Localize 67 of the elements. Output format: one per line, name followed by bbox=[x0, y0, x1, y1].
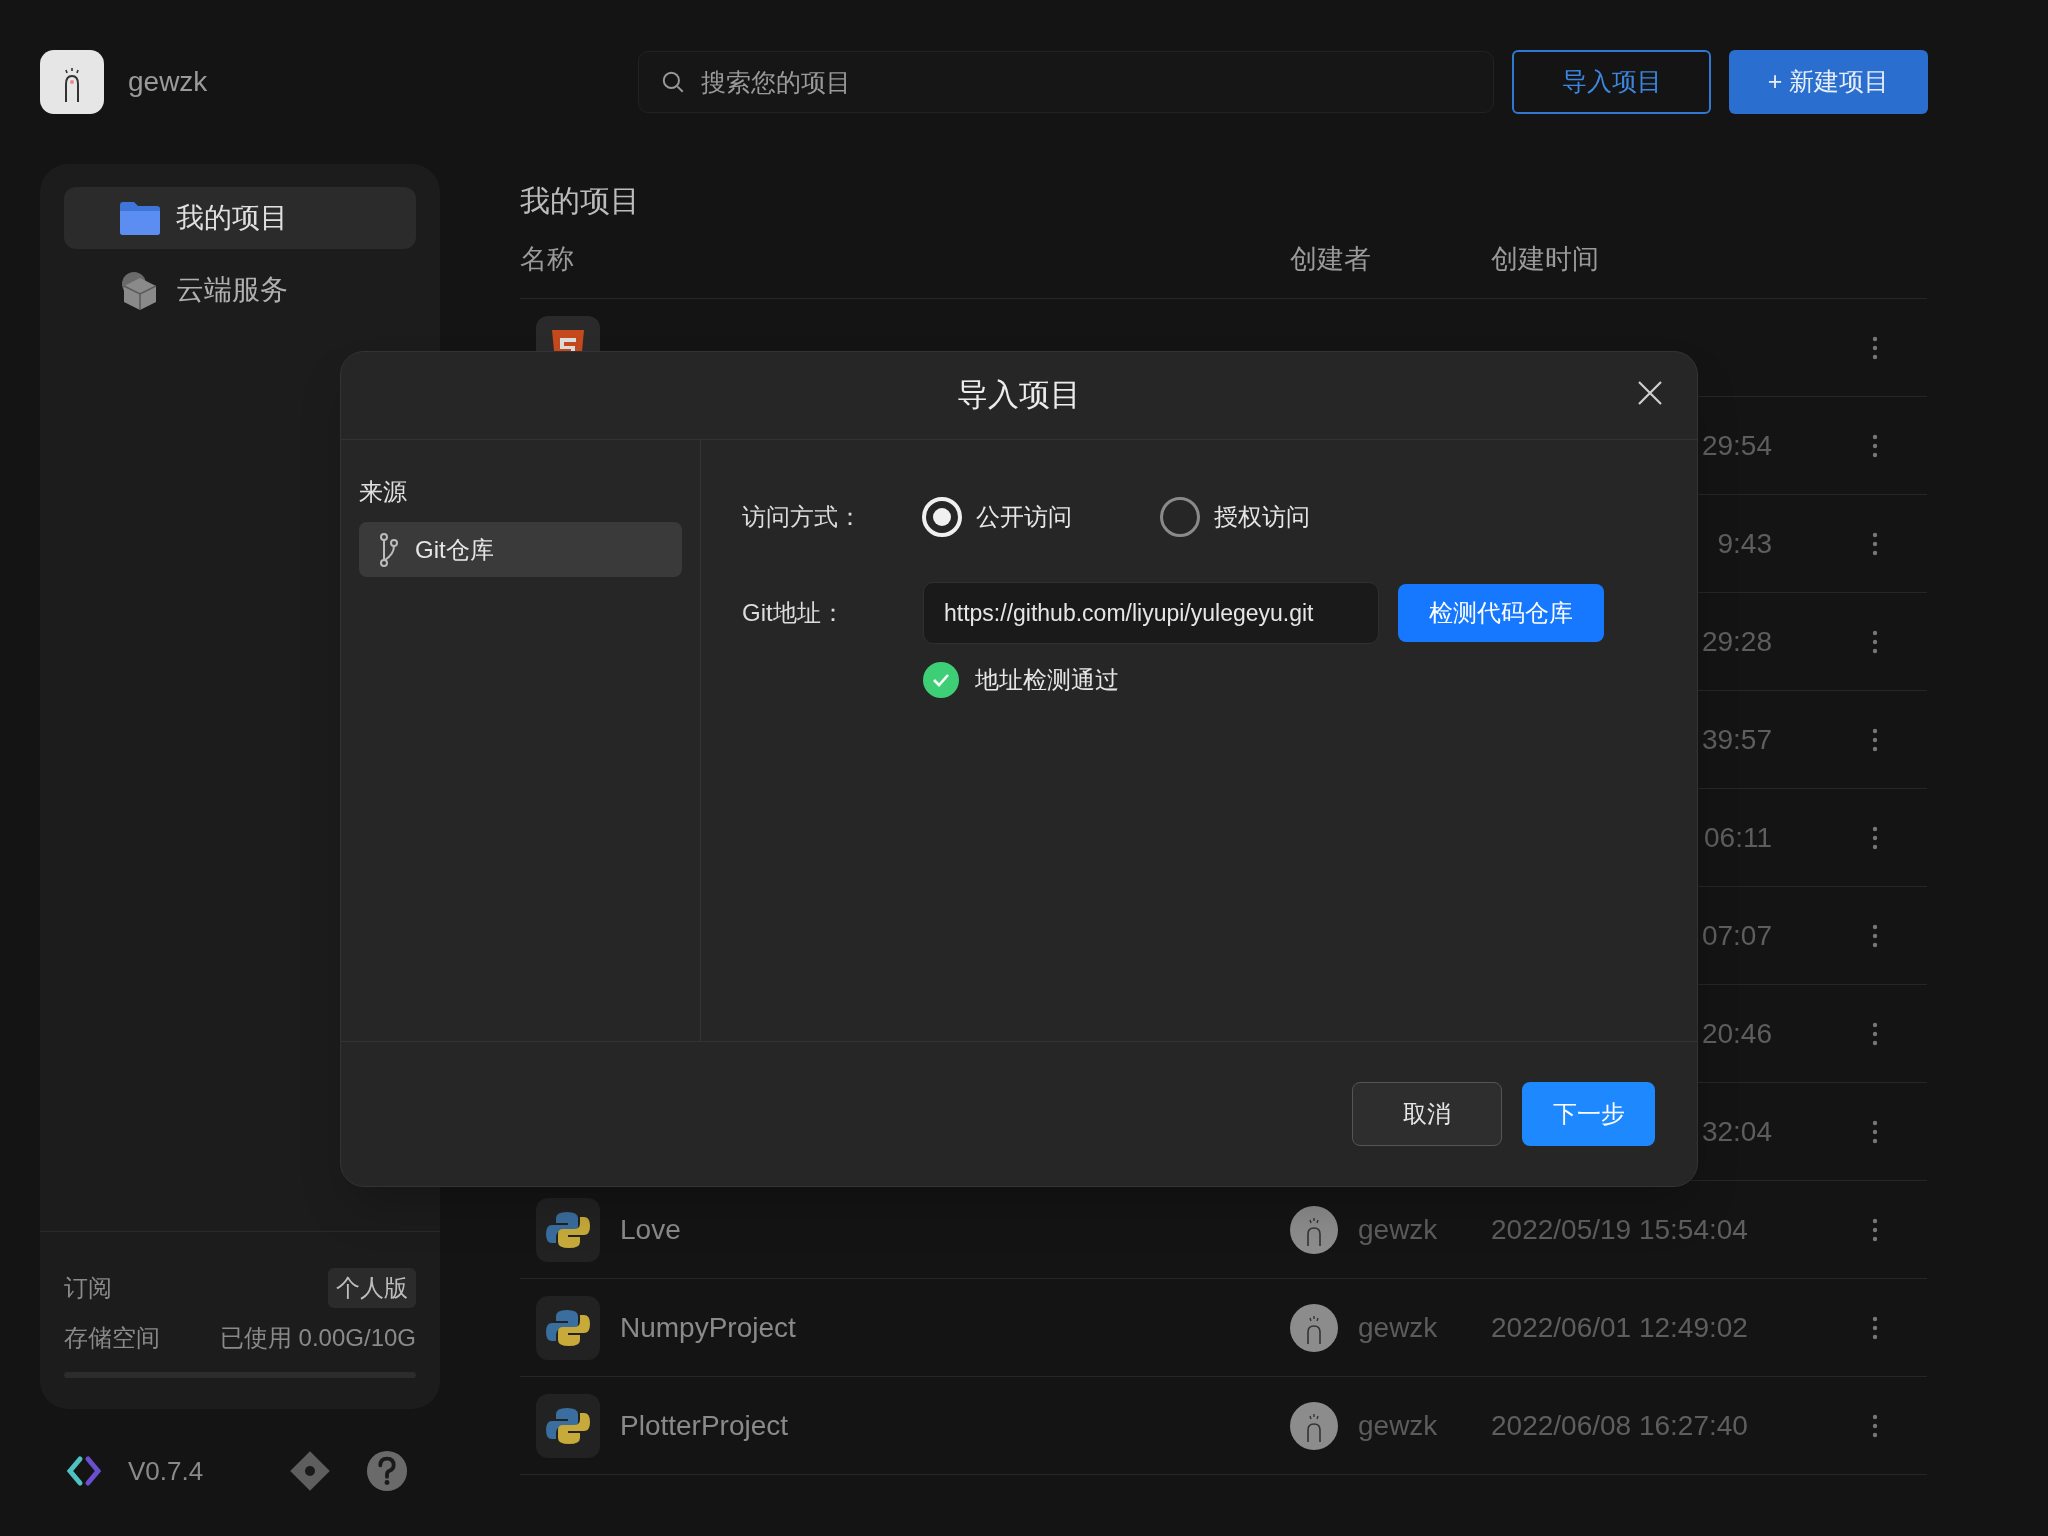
storage-usage: 已使用 0.00G/10G bbox=[219, 1323, 416, 1353]
avatar-icon bbox=[1290, 1205, 1338, 1254]
git-url-field[interactable]: https://github.com/liyupi/yulegeyu.git bbox=[923, 582, 1379, 644]
dialog-button[interactable]: 取消 bbox=[1352, 1082, 1502, 1146]
column-header: 创建者 bbox=[1290, 243, 1372, 277]
close-icon[interactable] bbox=[1637, 380, 1663, 406]
header-button[interactable]: + 新建项目 bbox=[1729, 50, 1928, 114]
plan-badge: 个人版 bbox=[328, 1268, 416, 1308]
table-cell-text: 39:57 bbox=[1701, 722, 1772, 757]
section-title: 我的项目 bbox=[520, 183, 641, 219]
python-file-icon[interactable] bbox=[536, 1393, 600, 1458]
more-icon[interactable] bbox=[1871, 1413, 1879, 1438]
table-cell-text: gewzk bbox=[1358, 1310, 1438, 1345]
table-cell-text: 2022/06/08 16:27:40 bbox=[1491, 1408, 1749, 1443]
more-icon[interactable] bbox=[1871, 531, 1879, 556]
table-cell-text: 32:04 bbox=[1701, 1114, 1772, 1149]
search-field[interactable]: 搜索您的项目 bbox=[638, 51, 1494, 113]
source-item[interactable]: Git仓库 bbox=[359, 522, 682, 577]
python-file-icon[interactable] bbox=[536, 1295, 600, 1360]
subscription-label: 订阅 bbox=[64, 1273, 112, 1303]
table-cell-text: 20:46 bbox=[1701, 1016, 1772, 1051]
table-cell-text: 2022/05/19 15:54:04 bbox=[1491, 1212, 1749, 1247]
dialog-title: 导入项目 bbox=[957, 376, 1081, 415]
sidebar-item[interactable]: 我的项目 bbox=[64, 187, 416, 249]
access-label: 访问方式： bbox=[742, 502, 863, 532]
column-header: 创建时间 bbox=[1491, 243, 1600, 277]
table-cell-text: 07:07 bbox=[1701, 918, 1772, 953]
git-url-label: Git地址： bbox=[742, 598, 846, 628]
folder-icon bbox=[120, 201, 160, 235]
more-icon[interactable] bbox=[1871, 727, 1879, 752]
more-icon[interactable] bbox=[1871, 825, 1879, 850]
table-cell-text: gewzk bbox=[1358, 1212, 1438, 1247]
table-cell-text: gewzk bbox=[1358, 1408, 1438, 1443]
python-file-icon[interactable] bbox=[536, 1197, 600, 1262]
status-message: 地址检测通过 bbox=[975, 665, 1119, 695]
table-cell-text: 2022/06/01 12:49:02 bbox=[1491, 1310, 1749, 1345]
more-icon[interactable] bbox=[1871, 629, 1879, 654]
more-icon[interactable] bbox=[1871, 923, 1879, 948]
table-cell-text: 29:28 bbox=[1701, 624, 1772, 659]
project-name[interactable]: NumpyProject bbox=[620, 1306, 796, 1349]
table-cell-text: 9:43 bbox=[1717, 526, 1772, 561]
table-cell-text: 29:54 bbox=[1701, 428, 1772, 463]
sidebar-item[interactable]: 云端服务 bbox=[64, 259, 416, 321]
table-cell-text: 06:11 bbox=[1704, 820, 1772, 855]
access-radio[interactable]: 公开访问 bbox=[922, 497, 1160, 537]
more-icon[interactable] bbox=[1871, 1119, 1879, 1144]
project-name[interactable]: PlotterProject bbox=[620, 1404, 789, 1447]
search-icon bbox=[660, 69, 686, 95]
avatar-icon bbox=[1290, 1303, 1338, 1352]
more-icon[interactable] bbox=[1871, 1217, 1879, 1242]
storage-label: 存储空间 bbox=[64, 1323, 160, 1353]
more-icon[interactable] bbox=[1871, 335, 1879, 360]
branch-icon bbox=[379, 532, 399, 567]
access-radio[interactable]: 授权访问 bbox=[1160, 497, 1398, 537]
version-label: V0.7.4 bbox=[128, 1454, 205, 1488]
user-name: gewzk bbox=[128, 65, 209, 99]
check-repo-button[interactable]: 检测代码仓库 bbox=[1398, 584, 1604, 642]
more-icon[interactable] bbox=[1871, 1315, 1879, 1340]
more-icon[interactable] bbox=[1871, 433, 1879, 458]
help-icon[interactable] bbox=[366, 1450, 408, 1492]
column-header: 名称 bbox=[520, 243, 575, 277]
header-button[interactable]: 导入项目 bbox=[1512, 50, 1711, 114]
project-name[interactable]: Love bbox=[620, 1208, 681, 1251]
more-icon[interactable] bbox=[1871, 1021, 1879, 1046]
avatar-icon bbox=[1290, 1401, 1338, 1450]
source-label: 来源 bbox=[359, 477, 408, 507]
user-avatar-icon bbox=[40, 50, 104, 114]
